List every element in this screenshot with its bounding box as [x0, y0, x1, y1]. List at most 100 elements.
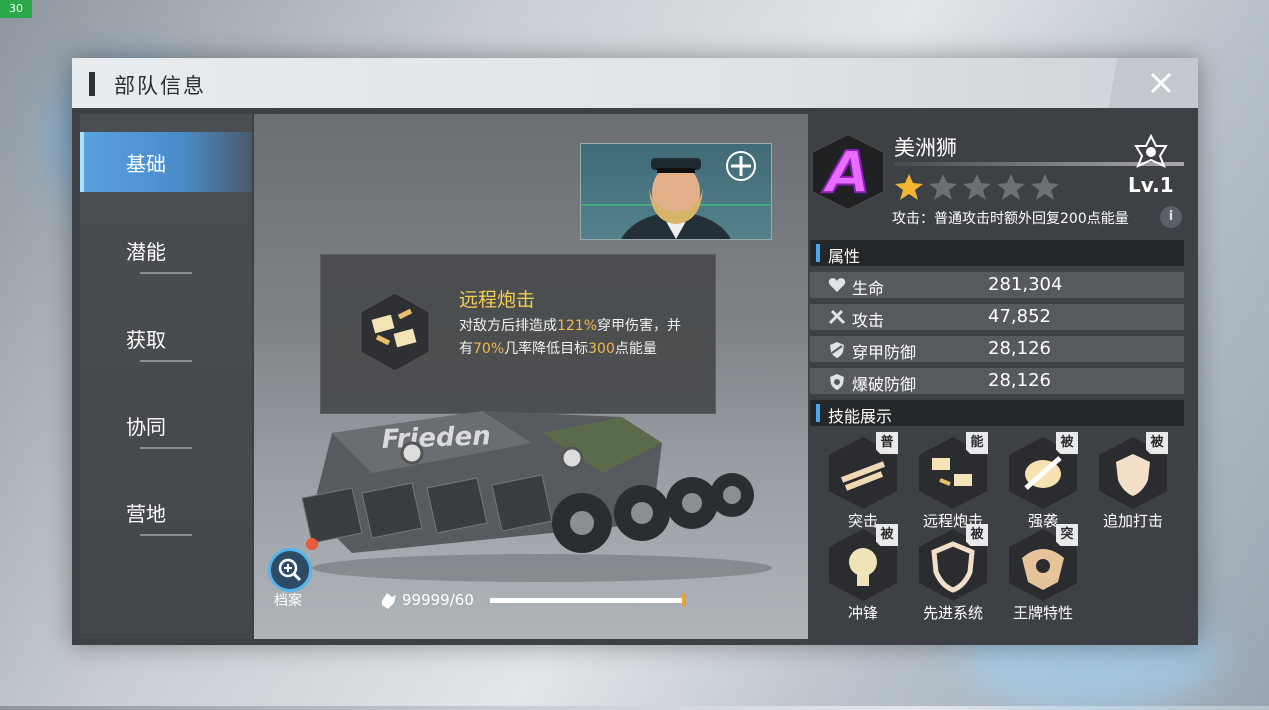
stat-label: 攻击 [852, 311, 885, 330]
skill-tag: 普 [876, 432, 898, 454]
star-icon [895, 174, 923, 200]
energy-fill [490, 598, 683, 603]
skill-label: 冲锋 [847, 604, 878, 622]
skill-artillery[interactable]: 能 远程炮击 [908, 432, 998, 530]
archive-button[interactable]: 档案 [268, 538, 318, 609]
divider [140, 447, 192, 449]
star-icon [1031, 174, 1059, 200]
title-bar-accent [89, 72, 95, 96]
close-button[interactable] [1092, 58, 1198, 108]
faction-icon [1134, 134, 1168, 168]
section-title: 属性 [828, 247, 861, 266]
stat-row-attack: 攻击 47,852 [810, 304, 1184, 330]
skill-ace-trait[interactable]: 突 王牌特性 [998, 524, 1088, 622]
desc-part: 对敌方后排造成 [459, 318, 557, 334]
sidebar-item-synergy[interactable]: 协同 [80, 395, 252, 455]
star-rating [895, 174, 1059, 200]
sidebar-item-basic[interactable]: 基础 [80, 132, 252, 192]
unit-info: A 美洲狮 Lv.1 攻击：普通攻击时额外回复200点能量 i 属性 生命 28… [810, 114, 1192, 639]
shield-blast-icon [830, 374, 844, 390]
tank-model: Frieden [301, 411, 772, 582]
section-attributes: 属性 [810, 240, 1184, 266]
officer-portrait-art [581, 151, 771, 239]
shield-pierce-icon [830, 342, 844, 358]
notification-dot [306, 538, 318, 550]
artillery-icon [360, 292, 430, 372]
sidebar-item-label: 获取 [126, 328, 166, 352]
fps-counter: 30 [0, 0, 32, 18]
panel-header: 部队信息 [72, 58, 1198, 108]
stat-row-blast-def: 爆破防御 28,126 [810, 368, 1184, 394]
active-indicator [80, 132, 84, 192]
info-icon[interactable]: i [1160, 206, 1182, 228]
skill-name: 远程炮击 [459, 289, 536, 311]
energy-icon [382, 593, 396, 609]
desc-highlight: 70% [473, 341, 505, 357]
heart-icon [828, 278, 846, 292]
stat-row-pierce-def: 穿甲防御 28,126 [810, 336, 1184, 362]
skill-tag: 被 [1056, 432, 1078, 454]
desc-highlight: 121% [557, 318, 598, 334]
archive-label: 档案 [274, 593, 302, 609]
skill-tag: 突 [1056, 524, 1078, 546]
sidebar-item-label: 潜能 [126, 240, 166, 264]
desc-part: 几率降低目标 [504, 341, 589, 357]
stat-row-hp: 生命 281,304 [810, 272, 1184, 298]
skill-charge[interactable]: 被 冲锋 [818, 524, 908, 622]
skill-extra-strike[interactable]: 被 追加打击 [1088, 432, 1178, 530]
commander-portrait [580, 143, 772, 240]
stat-label: 爆破防御 [852, 375, 917, 394]
stat-value: 47,852 [988, 306, 1051, 327]
skill-rush[interactable]: 普 突击 [818, 432, 908, 530]
sidebar: 基础 潜能 获取 协同 营地 [80, 114, 252, 639]
attack-icon [828, 309, 846, 325]
stat-value: 281,304 [988, 274, 1063, 295]
energy-cap [682, 594, 686, 606]
divider [140, 534, 192, 536]
unit-level: Lv.1 [1128, 173, 1174, 197]
magnifier-icon [268, 548, 312, 592]
sidebar-item-label: 基础 [126, 152, 166, 176]
unit-info-panel: 部队信息 基础 潜能 获取 协同 营地 远程炮击 对敌方后排造成121%穿甲伤害… [72, 58, 1198, 645]
sidebar-item-label: 协同 [126, 415, 166, 439]
desc-highlight: 300 [588, 341, 615, 357]
star-icon [929, 174, 957, 200]
star-icon [963, 174, 991, 200]
star-icon [997, 174, 1025, 200]
section-skills: 技能展示 [810, 400, 1184, 426]
rank-letter: A [822, 138, 871, 206]
skill-tag: 能 [966, 432, 988, 454]
energy-value: 99999/60 [402, 591, 474, 609]
divider [140, 272, 192, 274]
energy-track [490, 598, 684, 603]
rank-badge: A [811, 132, 885, 212]
section-accent [816, 404, 820, 422]
divider [140, 360, 192, 362]
section-accent [816, 244, 820, 262]
sidebar-item-label: 营地 [126, 502, 166, 526]
stat-label: 穿甲防御 [852, 343, 917, 362]
sidebar-item-camp[interactable]: 营地 [80, 482, 252, 542]
tank-text: Frieden [381, 421, 491, 455]
stat-value: 28,126 [988, 370, 1051, 391]
skill-label: 王牌特性 [1012, 604, 1073, 622]
skill-tag: 被 [876, 524, 898, 546]
desc-part: 点能量 [614, 341, 657, 357]
skill-assault[interactable]: 被 强袭 [998, 432, 1088, 530]
passive-text: 攻击：普通攻击时额外回复200点能量 [892, 211, 1129, 227]
unit-name: 美洲狮 [894, 136, 957, 160]
stat-label: 生命 [852, 279, 885, 298]
skill-advanced-system[interactable]: 被 先进系统 [908, 524, 998, 622]
skill-tag: 被 [1146, 432, 1168, 454]
sidebar-item-obtain[interactable]: 获取 [80, 308, 252, 368]
skill-tooltip: 远程炮击 对敌方后排造成121%穿甲伤害，并有70%几率降低目标300点能量 [320, 254, 716, 414]
stat-value: 28,126 [988, 338, 1051, 359]
section-title: 技能展示 [828, 407, 893, 426]
skill-label: 先进系统 [922, 604, 983, 622]
skill-tag: 被 [966, 524, 988, 546]
close-icon [1150, 72, 1172, 94]
skill-description: 对敌方后排造成121%穿甲伤害，并有70%几率降低目标300点能量 [459, 315, 685, 361]
sidebar-item-potential[interactable]: 潜能 [80, 220, 252, 280]
skill-label: 追加打击 [1102, 512, 1163, 530]
page-title: 部队信息 [114, 74, 206, 98]
